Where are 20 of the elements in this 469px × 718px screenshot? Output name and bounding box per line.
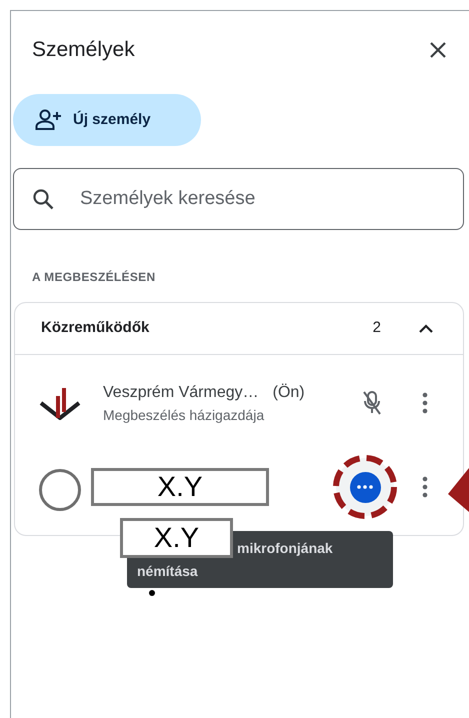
participant-name: Veszprém Vármegy… bbox=[103, 382, 259, 402]
section-label: A MEGBESZÉLÉSEN bbox=[32, 269, 156, 286]
you-tag: (Ön) bbox=[272, 380, 305, 404]
more-vertical-icon bbox=[422, 392, 428, 414]
redaction-label: X.Y bbox=[91, 468, 269, 506]
tooltip-text: mikrofonjának bbox=[237, 539, 333, 558]
arrow-pointer bbox=[448, 468, 469, 512]
group-header[interactable]: Közreműködők 2 bbox=[15, 303, 463, 355]
microphone-muted-icon[interactable] bbox=[362, 390, 382, 416]
participant-role: Megbeszélés házigazdája bbox=[103, 406, 266, 425]
redaction-label: X.Y bbox=[120, 518, 233, 558]
search-icon bbox=[32, 188, 54, 210]
close-icon bbox=[428, 40, 448, 60]
tooltip-text: némítása bbox=[137, 562, 198, 581]
search-field[interactable]: Személyek keresése bbox=[13, 168, 464, 230]
panel-title: Személyek bbox=[32, 37, 135, 64]
new-person-button[interactable]: Új személy bbox=[13, 94, 201, 146]
more-horizontal-icon bbox=[357, 485, 373, 489]
more-vertical-icon bbox=[422, 476, 428, 498]
organization-logo bbox=[39, 386, 81, 420]
